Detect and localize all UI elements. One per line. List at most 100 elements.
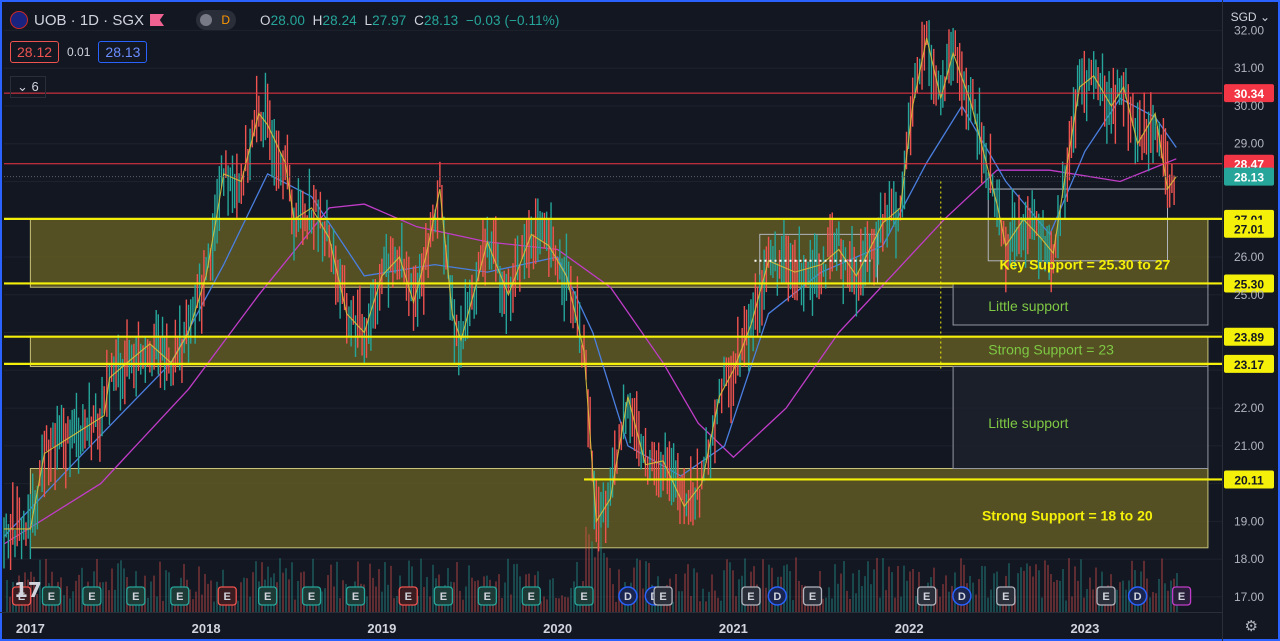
volume-bar — [123, 568, 125, 612]
x-tick-label: 2020 — [543, 621, 572, 636]
volume-bar — [381, 591, 383, 612]
volume-bar — [981, 565, 983, 612]
volume-bar — [837, 583, 839, 612]
sell-button[interactable]: 28.12 — [10, 41, 60, 63]
volume-bar — [156, 596, 158, 612]
volume-bar — [831, 598, 833, 612]
volume-bar — [603, 552, 605, 612]
volume-bar — [393, 598, 395, 612]
volume-bar — [915, 595, 917, 612]
volume-bar — [792, 600, 794, 612]
volume-bar — [873, 569, 875, 612]
low-label: L — [364, 12, 373, 28]
volume-bar — [147, 597, 149, 612]
event-marker-label: E — [484, 591, 491, 603]
indicators-toggle[interactable]: ⌄ 6 — [10, 76, 46, 98]
change-value: −0.03 (−0.11%) — [465, 12, 560, 28]
volume-bar — [768, 564, 770, 612]
volume-bar — [288, 579, 290, 612]
event-marker-label: E — [352, 591, 359, 603]
event-marker-label: E — [809, 591, 816, 603]
volume-bar — [198, 566, 200, 612]
volume-bar — [1038, 570, 1040, 612]
volume-bar — [204, 573, 206, 612]
volume-bar — [324, 588, 326, 612]
volume-bar — [195, 591, 197, 612]
volume-bar — [714, 590, 716, 612]
volume-bar — [852, 573, 854, 612]
volume-bar — [1047, 564, 1049, 612]
volume-bar — [285, 568, 287, 612]
volume-bar — [165, 570, 167, 612]
volume-bar — [705, 601, 707, 612]
x-tick-label: 2021 — [719, 621, 748, 636]
volume-bar — [279, 558, 281, 612]
volume-bar — [726, 559, 728, 612]
volume-bar — [333, 586, 335, 612]
volume-bar — [105, 581, 107, 612]
volume-bar — [1071, 596, 1073, 612]
volume-bar — [294, 599, 296, 612]
event-marker-label: D — [1134, 591, 1142, 603]
volume-bar — [723, 570, 725, 612]
volume-bar — [693, 568, 695, 612]
volume-bar — [990, 589, 992, 612]
event-marker-label: E — [747, 591, 754, 603]
volume-bar — [870, 584, 872, 612]
close-label: C — [414, 12, 424, 28]
x-tick-label: 2023 — [1070, 621, 1099, 636]
symbol-title[interactable]: UOB · 1D · SGX — [34, 12, 144, 29]
volume-bar — [1044, 560, 1046, 612]
x-tick-label: 2017 — [16, 621, 45, 636]
volume-bar — [828, 587, 830, 612]
volume-bar — [762, 559, 764, 612]
data-mode-toggle[interactable]: D — [196, 10, 237, 30]
volume-bar — [1083, 597, 1085, 612]
x-tick-label: 2018 — [192, 621, 221, 636]
volume-bar — [594, 557, 596, 612]
volume-bar — [462, 599, 464, 612]
y-tick-label: 18.00 — [1234, 552, 1264, 566]
currency-selector[interactable]: SGD ⌄ — [1231, 10, 1270, 24]
volume-bar — [297, 580, 299, 612]
volume-bar — [600, 526, 602, 612]
volume-bar — [549, 579, 551, 612]
volume-bar — [891, 572, 893, 612]
volume-bar — [552, 578, 554, 612]
flag-icon[interactable] — [150, 14, 165, 26]
volume-bar — [798, 580, 800, 612]
volume-bar — [1089, 577, 1091, 612]
volume-bar — [207, 583, 209, 612]
volume-bar — [471, 577, 473, 612]
buy-button[interactable]: 28.13 — [98, 41, 148, 63]
volume-bar — [513, 564, 515, 612]
volume-bar — [789, 571, 791, 612]
volume-bar — [858, 569, 860, 612]
event-marker-label: E — [1002, 591, 1009, 603]
volume-bar — [615, 601, 617, 612]
volume-bar — [246, 578, 248, 612]
volume-bar — [327, 575, 329, 612]
volume-bar — [1062, 568, 1064, 612]
indicator-count: 6 — [31, 79, 39, 94]
volume-bar — [1170, 580, 1172, 612]
volume-bar — [867, 561, 869, 612]
volume-bar — [429, 596, 431, 612]
volume-bar — [639, 560, 641, 612]
volume-bar — [1065, 600, 1067, 612]
volume-bar — [987, 597, 989, 612]
event-marker-label: E — [440, 591, 447, 603]
event-marker-label: E — [1102, 591, 1109, 603]
event-marker-label: E — [224, 591, 231, 603]
volume-bar — [978, 579, 980, 612]
volume-bar — [1074, 566, 1076, 612]
open-label: O — [260, 12, 271, 28]
tradingview-logo-icon[interactable]: 17 — [14, 578, 42, 602]
volume-bar — [168, 572, 170, 612]
volume-bar — [120, 560, 122, 612]
volume-bar — [702, 588, 704, 612]
annotation-label: Strong Support = 23 — [988, 342, 1114, 358]
price-chart[interactable]: 30.3428.4728.1327.0127.0125.3023.8923.17… — [0, 0, 1280, 641]
volume-bar — [117, 563, 119, 612]
gear-icon[interactable]: ⚙ — [1245, 617, 1258, 635]
